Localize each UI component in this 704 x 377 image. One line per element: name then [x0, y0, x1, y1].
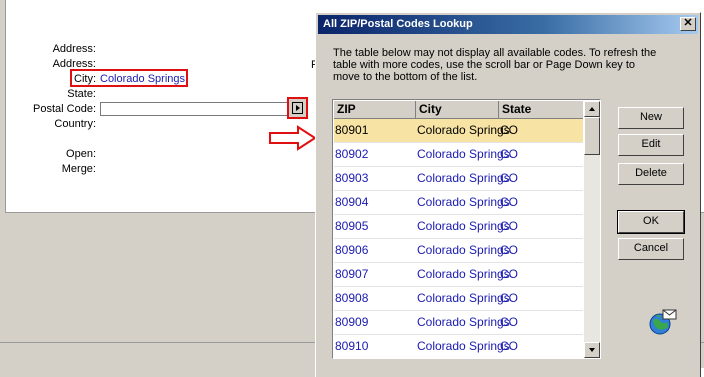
city-cell: Colorado Springs [417, 243, 510, 257]
edit-button[interactable]: Edit [618, 134, 684, 156]
close-icon: ✕ [683, 17, 693, 29]
table-row[interactable]: 80909 Colorado Springs CO [334, 311, 583, 335]
city-cell: Colorado Springs [417, 195, 510, 209]
postal-code-label: Postal Code: [33, 103, 96, 115]
table-row[interactable]: 80910 Colorado Springs CO [334, 335, 583, 358]
postal-lookup-button[interactable] [287, 97, 308, 119]
cancel-button[interactable]: Cancel [618, 238, 684, 260]
city-cell: Colorado Springs [417, 315, 510, 329]
city-cell: Colorado Springs [417, 219, 510, 233]
zip-table[interactable]: ZIP City State 80901 Colorado Springs CO 80… [332, 99, 601, 359]
column-header-city[interactable]: City [416, 101, 499, 118]
address1-label: Address: [52, 43, 96, 55]
zip-cell: 80905 [335, 219, 369, 233]
city-cell: Colorado Springs [417, 339, 510, 353]
dialog-titlebar[interactable]: All ZIP/Postal Codes Lookup ✕ [318, 15, 698, 34]
zip-cell: 80910 [335, 339, 369, 353]
postal-code-input[interactable] [100, 102, 288, 116]
scroll-down-button[interactable] [584, 342, 600, 358]
state-cell: CO [500, 195, 518, 209]
table-row[interactable]: 80902 Colorado Springs CO [334, 143, 583, 167]
zip-cell: 80908 [335, 291, 369, 305]
delete-button[interactable]: Delete [618, 163, 684, 185]
state-cell: CO [500, 147, 518, 161]
zip-cell: 80909 [335, 315, 369, 329]
state-cell: CO [500, 171, 518, 185]
triangle-right-icon [296, 105, 300, 111]
state-label: State: [67, 88, 96, 100]
ok-button[interactable]: OK [617, 210, 685, 234]
zip-cell: 80902 [335, 147, 369, 161]
city-cell: Colorado Springs [417, 291, 510, 305]
city-highlight [70, 69, 188, 87]
table-row[interactable]: 80903 Colorado Springs CO [334, 167, 583, 191]
city-cell: Colorado Springs [417, 171, 510, 185]
zip-cell: 80903 [335, 171, 369, 185]
close-button[interactable]: ✕ [680, 17, 696, 31]
state-cell: CO [500, 243, 518, 257]
zip-cell: 80901 [335, 123, 369, 137]
state-cell: CO [500, 219, 518, 233]
city-cell: Colorado Springs [417, 123, 510, 137]
zip-cell: 80907 [335, 267, 369, 281]
merge-label: Merge: [61, 163, 96, 175]
state-cell: CO [500, 123, 518, 137]
table-row[interactable]: 80906 Colorado Springs CO [334, 239, 583, 263]
globe-mail-icon [649, 309, 677, 335]
open-label: Open: [66, 148, 96, 160]
state-cell: CO [500, 291, 518, 305]
state-cell: CO [500, 339, 518, 353]
city-cell: Colorado Springs [417, 267, 510, 281]
vertical-scrollbar[interactable] [584, 101, 600, 358]
table-rows: 80901 Colorado Springs CO 80902 Colorado Spr… [334, 119, 583, 358]
city-cell: Colorado Springs [417, 147, 510, 161]
table-row[interactable]: 80904 Colorado Springs CO [334, 191, 583, 215]
state-cell: CO [500, 315, 518, 329]
zip-lookup-dialog: All ZIP/Postal Codes Lookup ✕ The table … [315, 12, 701, 377]
table-row[interactable]: 80908 Colorado Springs CO [334, 287, 583, 311]
red-arrow-icon [269, 125, 317, 151]
country-label: Country: [54, 118, 96, 130]
table-row[interactable]: 80901 Colorado Springs CO [334, 119, 583, 143]
scroll-thumb[interactable] [584, 117, 600, 155]
zip-cell: 80904 [335, 195, 369, 209]
state-cell: CO [500, 267, 518, 281]
table-row[interactable]: 80905 Colorado Springs CO [334, 215, 583, 239]
scroll-up-button[interactable] [584, 101, 600, 117]
zip-cell: 80906 [335, 243, 369, 257]
table-row[interactable]: 80907 Colorado Springs CO [334, 263, 583, 287]
dialog-title: All ZIP/Postal Codes Lookup [323, 18, 473, 30]
column-header-state[interactable]: State [499, 101, 583, 118]
column-header-zip[interactable]: ZIP [334, 101, 416, 118]
lookup-button-face [292, 102, 303, 114]
table-header: ZIP City State [334, 101, 583, 119]
new-button[interactable]: New [618, 107, 684, 129]
dialog-description: The table below may not display all avai… [333, 47, 657, 83]
